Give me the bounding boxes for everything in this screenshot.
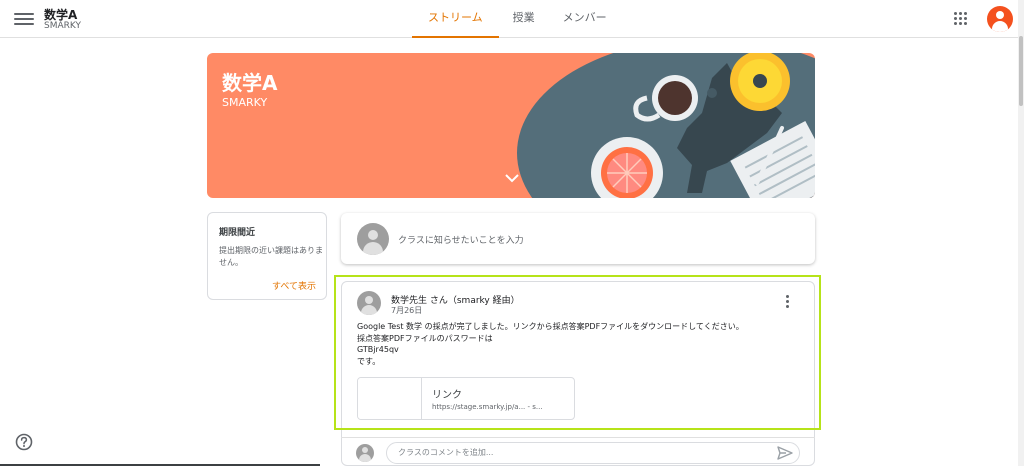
class-banner: 数学A SMARKY — [207, 53, 815, 198]
apps-grid-icon[interactable] — [954, 12, 968, 26]
upcoming-title: 期限間近 — [219, 228, 256, 238]
upcoming-card: 期限間近 提出期限の近い課題はありません。 すべて表示 — [207, 212, 327, 300]
avatar — [357, 223, 389, 255]
comment-input[interactable]: クラスのコメントを追加... — [386, 442, 800, 464]
send-icon[interactable] — [777, 446, 793, 460]
hamburger-menu-icon[interactable] — [14, 10, 34, 28]
main-tabs: ストリーム 授業 メンバー — [412, 0, 621, 38]
post-highlight-frame — [334, 275, 821, 430]
announce-placeholder[interactable]: クラスに知らせたいことを入力 — [398, 233, 524, 246]
page-scrollbar[interactable] — [1018, 0, 1024, 466]
tab-stream[interactable]: ストリーム — [412, 0, 499, 38]
announce-box[interactable]: クラスに知らせたいことを入力 — [341, 213, 815, 264]
help-icon[interactable] — [15, 433, 33, 451]
banner-class-title: 数学A — [222, 71, 278, 95]
chevron-down-icon[interactable] — [503, 171, 521, 185]
banner-class-section: SMARKY — [222, 96, 268, 109]
comment-row: クラスのコメントを追加... — [341, 437, 815, 466]
top-app-bar: 数学A SMARKY ストリーム 授業 メンバー — [0, 0, 1024, 38]
view-all-link[interactable]: すべて表示 — [272, 279, 316, 292]
commenter-avatar — [356, 444, 374, 462]
tab-people[interactable]: メンバー — [549, 0, 621, 38]
tab-classwork[interactable]: 授業 — [499, 0, 549, 38]
upcoming-empty-text: 提出期限の近い課題はありません。 — [219, 246, 323, 267]
user-avatar[interactable] — [987, 6, 1013, 32]
class-section: SMARKY — [44, 21, 81, 31]
